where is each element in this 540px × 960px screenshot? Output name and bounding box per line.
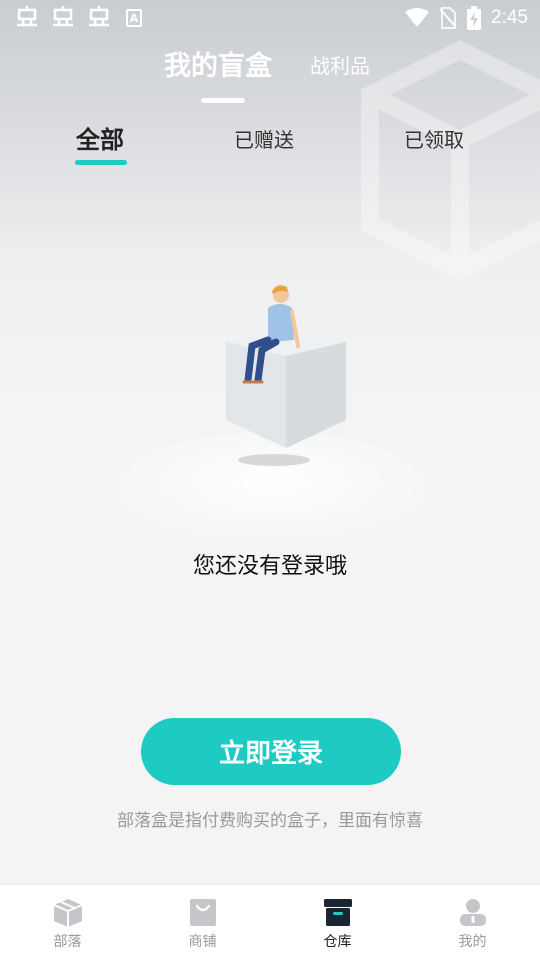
nav-label-shop: 商铺 [188, 934, 217, 950]
nav-item-profile[interactable]: 我的 [405, 885, 540, 960]
bug-icon [17, 6, 37, 27]
nav-item-tribe[interactable]: 部落 [0, 885, 135, 960]
battery-charging-icon [467, 6, 482, 30]
storage-box-icon [323, 899, 352, 926]
bug-icon [53, 6, 73, 27]
a-icon: A [126, 9, 142, 27]
header-tab-indicator [201, 98, 245, 103]
status-bar: A 2:45 [0, 0, 540, 36]
nav-item-warehouse[interactable]: 仓库 [270, 885, 405, 960]
profile-icon [459, 899, 486, 926]
filter-tabs: 全部 已赠送 已领取 [0, 118, 540, 168]
nav-label-profile: 我的 [458, 934, 487, 950]
package-icon [53, 899, 82, 927]
status-left-icons: A [14, 6, 142, 30]
nav-label-warehouse: 仓库 [323, 934, 352, 950]
bottom-navigation: 部落 商铺 仓库 我的 [0, 884, 540, 960]
tab-my-blind-box[interactable]: 我的盲盒 [164, 44, 272, 83]
blind-box-hint: 部落盒是指付费购买的盒子，里面有惊喜 [117, 811, 423, 831]
status-right-icons: 2:45 [405, 6, 528, 30]
nav-item-shop[interactable]: 商铺 [135, 885, 270, 960]
shopping-bag-icon [189, 899, 216, 926]
tab-loot[interactable]: 战利品 [310, 50, 370, 79]
empty-state-illustration [114, 285, 428, 544]
filter-tab-all[interactable]: 全部 [76, 120, 124, 155]
empty-state-message: 您还没有登录哦 [192, 554, 347, 579]
login-button[interactable]: 立即登录 [141, 718, 401, 785]
bug-icon [89, 6, 109, 27]
header-tabs: 我的盲盒 战利品 [0, 40, 540, 110]
filter-tab-indicator [75, 160, 127, 165]
nav-label-tribe: 部落 [53, 934, 82, 950]
filter-tab-received[interactable]: 已领取 [404, 124, 464, 153]
filter-tab-sent[interactable]: 已赠送 [234, 124, 294, 153]
no-sim-icon [439, 7, 457, 29]
status-time: 2:45 [491, 7, 528, 28]
wifi-icon [405, 8, 430, 27]
